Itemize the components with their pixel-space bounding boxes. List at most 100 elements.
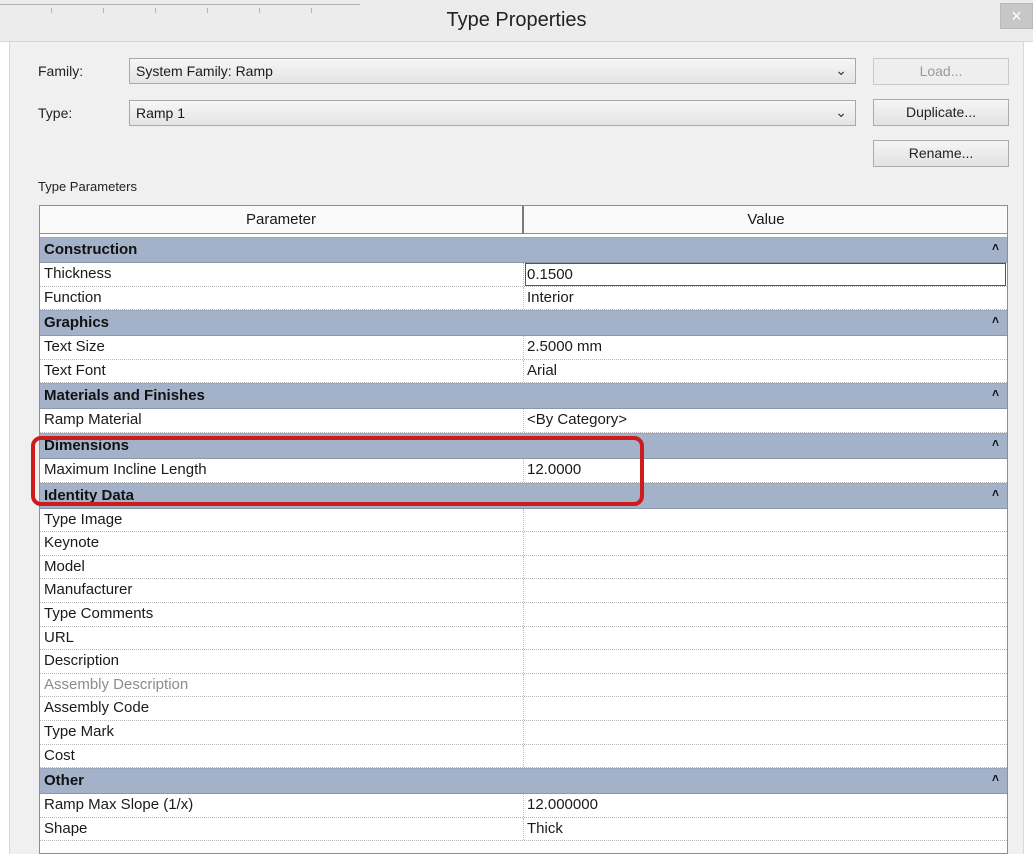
parameter-name: Thickness: [44, 265, 112, 282]
group-header-graphics[interactable]: Graphics ˄: [40, 310, 1007, 337]
param-row-thickness[interactable]: Thickness 0.1500: [40, 263, 1007, 287]
type-parameters-label: Type Parameters: [38, 179, 137, 194]
group-header-materials-and-finishes[interactable]: Materials and Finishes ˄: [40, 383, 1007, 410]
family-dropdown[interactable]: System Family: Ramp ⌄: [129, 58, 856, 84]
param-row-url[interactable]: URL: [40, 626, 1007, 651]
parameter-value[interactable]: Thick: [527, 820, 563, 837]
param-row-type-mark[interactable]: Type Mark: [40, 720, 1007, 745]
parameter-name: Shape: [44, 819, 88, 837]
column-divider: [523, 579, 524, 602]
parameter-value[interactable]: <By Category>: [527, 411, 627, 428]
parameter-name: Type Image: [44, 510, 123, 528]
group-header-other[interactable]: Other ˄: [40, 768, 1007, 795]
parameter-value[interactable]: Interior: [527, 289, 574, 306]
group-label: Dimensions: [44, 436, 130, 454]
collapse-chevron-icon[interactable]: ˄: [992, 436, 999, 450]
parameter-name: Description: [44, 652, 120, 670]
close-button[interactable]: ×: [1000, 3, 1033, 29]
type-parameters-grid: Parameter Value Construction ˄ Thickness 0.…: [39, 205, 1008, 854]
parameter-name: Ramp Max Slope (1/x): [44, 796, 194, 814]
group-header-construction[interactable]: Construction ˄: [40, 237, 1007, 263]
column-divider: [523, 555, 524, 579]
column-divider: [523, 286, 524, 310]
param-row-ramp-max-slope-1-x[interactable]: Ramp Max Slope (1/x) 12.000000: [40, 794, 1007, 818]
column-divider: [523, 532, 524, 555]
column-divider: [523, 508, 524, 532]
group-label: Identity Data: [44, 486, 135, 504]
param-row-model[interactable]: Model: [40, 555, 1007, 580]
type-value: Ramp 1: [136, 105, 186, 121]
param-row-maximum-incline-length[interactable]: Maximum Incline Length 12.0000: [40, 458, 1007, 483]
parameter-column-header[interactable]: Parameter: [40, 206, 524, 234]
parameter-name: Keynote: [44, 534, 100, 552]
load-button[interactable]: Load...: [873, 58, 1009, 85]
parameter-value[interactable]: 12.0000: [527, 461, 581, 478]
column-divider: [523, 720, 524, 744]
grid-header: Parameter Value: [40, 206, 1007, 234]
param-row-type-image[interactable]: Type Image: [40, 508, 1007, 533]
value-text: 0.1500: [527, 266, 573, 283]
param-row-ramp-material[interactable]: Ramp Material <By Category>: [40, 409, 1007, 433]
title-bar: Type Properties ×: [0, 0, 1033, 42]
collapse-chevron-icon[interactable]: ˄: [992, 313, 999, 327]
column-divider: [523, 744, 524, 768]
parameter-name: URL: [44, 628, 75, 646]
column-divider: [523, 697, 524, 720]
param-row-description[interactable]: Description: [40, 650, 1007, 674]
family-value: System Family: Ramp: [136, 63, 273, 79]
value-edit-field[interactable]: 0.1500: [525, 263, 1006, 286]
param-row-function[interactable]: Function Interior: [40, 286, 1007, 311]
parameter-value[interactable]: 2.5000 mm: [527, 338, 602, 355]
family-label: Family:: [38, 63, 84, 79]
value-column-header[interactable]: Value: [525, 206, 1007, 234]
collapse-chevron-icon[interactable]: ˄: [992, 486, 999, 500]
column-divider: [523, 817, 524, 841]
column-divider: [523, 650, 524, 673]
param-row-manufacturer[interactable]: Manufacturer: [40, 579, 1007, 603]
column-divider: [523, 458, 524, 482]
column-divider: [523, 263, 524, 286]
group-header-identity-data[interactable]: Identity Data ˄: [40, 482, 1007, 509]
chevron-down-icon: ⌄: [835, 62, 847, 78]
column-divider: [523, 794, 524, 817]
collapse-chevron-icon[interactable]: ˄: [992, 771, 999, 785]
parameter-name: Model: [44, 557, 85, 575]
param-row-assembly-description[interactable]: Assembly Description: [40, 673, 1007, 698]
param-row-text-font[interactable]: Text Font Arial: [40, 359, 1007, 384]
rename-button[interactable]: Rename...: [873, 140, 1009, 167]
group-label: Graphics: [44, 314, 110, 332]
column-divider: [523, 602, 524, 626]
parameter-name: Function: [44, 288, 102, 306]
collapse-chevron-icon[interactable]: ˄: [992, 386, 999, 400]
parameter-name: Type Comments: [44, 604, 154, 622]
parameter-name: Cost: [44, 746, 75, 764]
parameter-value[interactable]: 12.000000: [527, 796, 598, 813]
column-divider: [523, 409, 524, 432]
chevron-down-icon: ⌄: [835, 104, 847, 120]
parameter-value[interactable]: Arial: [527, 362, 557, 379]
param-row-assembly-code[interactable]: Assembly Code: [40, 697, 1007, 721]
param-row-keynote[interactable]: Keynote: [40, 532, 1007, 556]
collapse-chevron-icon[interactable]: ˄: [992, 240, 999, 254]
dialog-title: Type Properties: [446, 9, 587, 31]
param-row-type-comments[interactable]: Type Comments: [40, 602, 1007, 627]
param-row-shape[interactable]: Shape Thick: [40, 817, 1007, 842]
column-divider: [523, 626, 524, 650]
type-dropdown[interactable]: Ramp 1 ⌄: [129, 100, 856, 126]
column-divider: [523, 673, 524, 697]
column-divider: [523, 336, 524, 359]
type-label: Type:: [38, 105, 73, 121]
group-header-dimensions[interactable]: Dimensions ˄: [40, 432, 1007, 459]
parameter-name: Maximum Incline Length: [44, 460, 207, 478]
group-label: Other: [44, 772, 85, 790]
parameter-name: Assembly Description: [44, 675, 189, 693]
param-row-text-size[interactable]: Text Size 2.5000 mm: [40, 336, 1007, 360]
group-label: Construction: [44, 241, 138, 258]
duplicate-button[interactable]: Duplicate...: [873, 99, 1009, 126]
background-tabs: [0, 0, 360, 13]
group-label: Materials and Finishes: [44, 387, 205, 405]
param-row-cost[interactable]: Cost: [40, 744, 1007, 769]
grid-rows: Construction ˄ Thickness 0.1500 Function Inte…: [40, 237, 1007, 842]
parameter-name: Manufacturer: [44, 581, 133, 599]
parameter-name: Type Mark: [44, 722, 115, 740]
